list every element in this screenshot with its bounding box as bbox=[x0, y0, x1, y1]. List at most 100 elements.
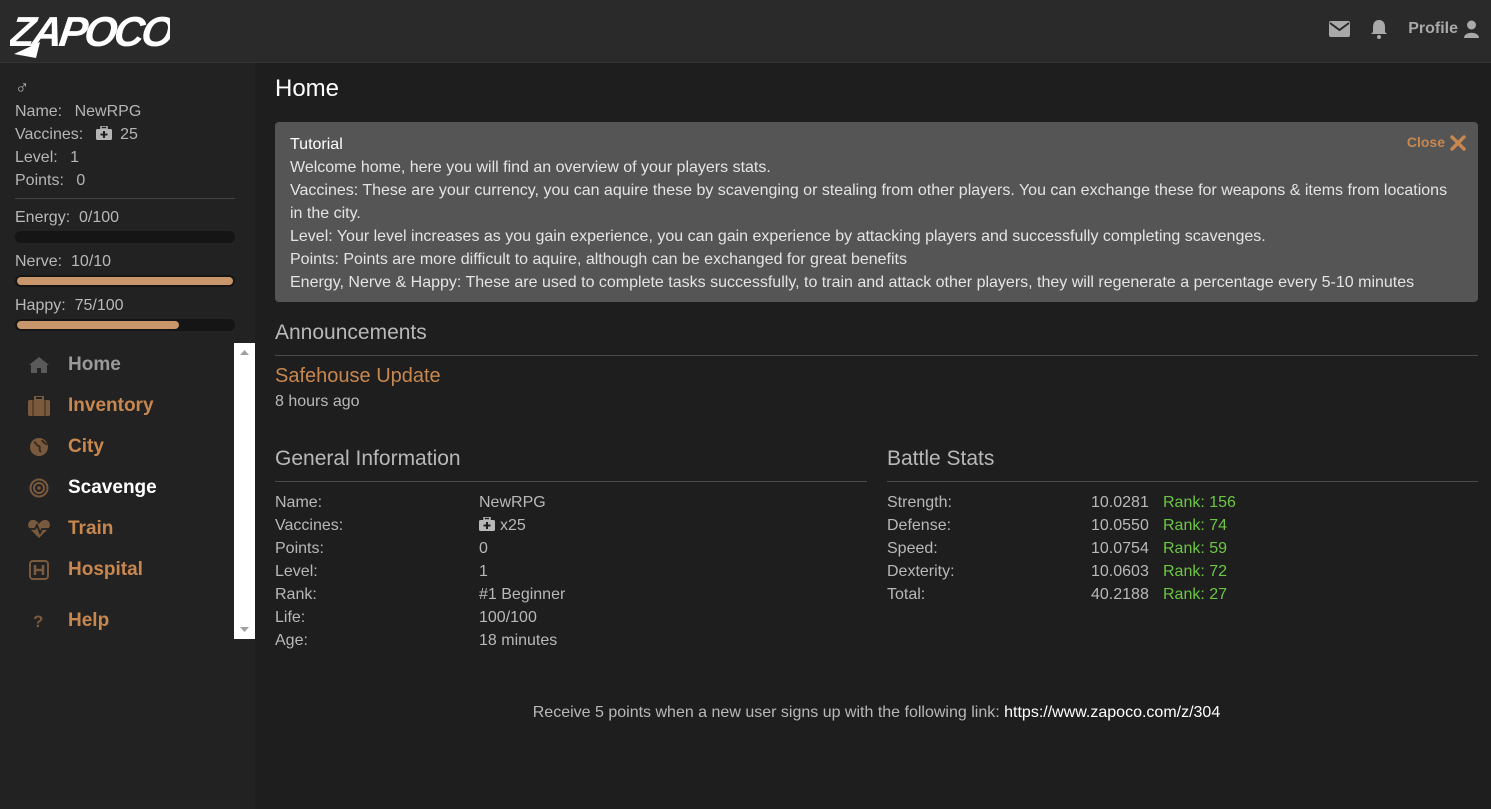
stat-row: Defense:10.0550Rank: 74 bbox=[887, 514, 1478, 537]
stat-key: Dexterity: bbox=[887, 560, 1091, 583]
info-row: Name:NewRPG bbox=[275, 491, 867, 514]
info-value: x25 bbox=[500, 517, 526, 534]
info-value: #1 Beginner bbox=[479, 583, 565, 606]
sidebar: ♂ Name: NewRPG Vaccines: 25 Level: 1 Poi… bbox=[0, 63, 255, 809]
sidebar-item-home[interactable]: Home bbox=[26, 352, 121, 378]
stat-key: Total: bbox=[887, 583, 1091, 606]
user-icon bbox=[1464, 20, 1479, 38]
stat-label: Name: bbox=[15, 103, 62, 120]
stat-rank: Rank: 156 bbox=[1163, 491, 1236, 514]
tutorial-line: Welcome home, here you will find an over… bbox=[290, 156, 1463, 179]
sidebar-item-scavenge[interactable]: Scavenge bbox=[26, 475, 157, 501]
nerve-label: Nerve: 10/10 bbox=[0, 251, 255, 273]
info-value-wrap: x25 bbox=[479, 514, 526, 537]
stat-name: Name: NewRPG bbox=[15, 100, 240, 123]
tutorial-box: Tutorial Welcome home, here you will fin… bbox=[275, 122, 1478, 302]
suitcase-icon bbox=[26, 395, 52, 417]
stat-vaccines: Vaccines: 25 bbox=[15, 123, 240, 146]
player-summary: ♂ Name: NewRPG Vaccines: 25 Level: 1 Poi… bbox=[0, 63, 255, 192]
info-row: Level:1 bbox=[275, 560, 867, 583]
stat-points: Points: 0 bbox=[15, 169, 240, 192]
bell-icon[interactable] bbox=[1368, 18, 1390, 40]
target-icon bbox=[26, 477, 52, 499]
nerve-bar-fill bbox=[17, 277, 233, 285]
battle-stats-panel: Battle Stats Strength:10.0281Rank: 156 D… bbox=[887, 447, 1478, 606]
stat-rank: Rank: 72 bbox=[1163, 560, 1227, 583]
stat-level: Level: 1 bbox=[15, 146, 240, 169]
scroll-up-icon[interactable] bbox=[234, 345, 255, 361]
sidebar-item-train[interactable]: Train bbox=[26, 516, 113, 542]
bar-label-text: Energy: bbox=[15, 209, 70, 226]
panel-title: General Information bbox=[275, 447, 867, 477]
stat-key: Speed: bbox=[887, 537, 1091, 560]
page-title: Home bbox=[275, 75, 1478, 105]
sidebar-item-hospital[interactable]: Hospital bbox=[26, 557, 143, 583]
stat-label: Points: bbox=[15, 172, 64, 189]
tutorial-close-button[interactable]: Close bbox=[1407, 131, 1466, 154]
tutorial-line: Vaccines: These are your currency, you c… bbox=[290, 179, 1463, 225]
referral-link[interactable]: https://www.zapoco.com/z/304 bbox=[1004, 704, 1220, 721]
stat-value: NewRPG bbox=[75, 103, 142, 120]
info-key: Age: bbox=[275, 629, 479, 652]
announcement-link[interactable]: Safehouse Update bbox=[275, 365, 441, 388]
info-row: Life:100/100 bbox=[275, 606, 867, 629]
sidebar-item-label: Scavenge bbox=[68, 477, 157, 499]
sidebar-item-inventory[interactable]: Inventory bbox=[26, 393, 154, 419]
stat-value: 10.0603 bbox=[1091, 560, 1163, 583]
header-actions: Profile bbox=[1328, 18, 1479, 40]
bar-value-text: 75/100 bbox=[75, 297, 124, 314]
energy-label: Energy: 0/100 bbox=[0, 207, 255, 229]
home-icon bbox=[26, 354, 52, 376]
stat-row: Strength:10.0281Rank: 156 bbox=[887, 491, 1478, 514]
info-row: Rank:#1 Beginner bbox=[275, 583, 867, 606]
info-key: Rank: bbox=[275, 583, 479, 606]
stat-row: Dexterity:10.0603Rank: 72 bbox=[887, 560, 1478, 583]
tutorial-line: Level: Your level increases as you gain … bbox=[290, 225, 1463, 248]
info-key: Level: bbox=[275, 560, 479, 583]
top-bar: ZAPOCO Profile bbox=[0, 0, 1491, 63]
bar-label-text: Happy: bbox=[15, 297, 66, 314]
hospital-icon bbox=[26, 559, 52, 581]
sidebar-item-help[interactable]: ? Help bbox=[26, 608, 109, 634]
bar-label-text: Nerve: bbox=[15, 253, 62, 270]
close-icon bbox=[1450, 135, 1466, 151]
sidebar-item-label: Help bbox=[68, 610, 109, 632]
heartbeat-icon bbox=[26, 518, 52, 540]
info-value: 0 bbox=[479, 537, 488, 560]
happy-bar-fill bbox=[17, 321, 179, 329]
info-row: Vaccines:x25 bbox=[275, 514, 867, 537]
info-key: Life: bbox=[275, 606, 479, 629]
sidebar-scrollbar[interactable] bbox=[234, 343, 255, 639]
sidebar-item-label: Train bbox=[68, 518, 113, 540]
sidebar-item-label: Home bbox=[68, 354, 121, 376]
sidebar-nav: Home Inventory City Scavenge Train bbox=[0, 343, 255, 639]
stat-value: 0 bbox=[76, 172, 85, 189]
sidebar-item-city[interactable]: City bbox=[26, 434, 104, 460]
question-icon: ? bbox=[26, 610, 52, 632]
info-value: NewRPG bbox=[479, 491, 546, 514]
sidebar-item-label: City bbox=[68, 436, 104, 458]
nerve-bar bbox=[15, 275, 235, 287]
panel-divider bbox=[275, 481, 867, 482]
stat-label: Vaccines: bbox=[15, 126, 83, 143]
happy-bar bbox=[15, 319, 235, 331]
stat-value: 10.0281 bbox=[1091, 491, 1163, 514]
happy-label: Happy: 75/100 bbox=[0, 295, 255, 317]
scroll-down-icon[interactable] bbox=[234, 621, 255, 637]
zapoco-logo[interactable]: ZAPOCO bbox=[10, 2, 170, 62]
info-row: Age:18 minutes bbox=[275, 629, 867, 652]
tutorial-title: Tutorial bbox=[290, 133, 1463, 156]
stat-row: Speed:10.0754Rank: 59 bbox=[887, 537, 1478, 560]
stat-value: 1 bbox=[70, 149, 79, 166]
announcements-title: Announcements bbox=[275, 321, 427, 345]
envelope-icon[interactable] bbox=[1328, 18, 1350, 40]
stat-rank: Rank: 27 bbox=[1163, 583, 1227, 606]
stat-value: 25 bbox=[120, 126, 138, 143]
stat-key: Strength: bbox=[887, 491, 1091, 514]
sidebar-divider bbox=[15, 198, 235, 199]
info-value: 100/100 bbox=[479, 606, 537, 629]
stat-row: Total:40.2188Rank: 27 bbox=[887, 583, 1478, 606]
info-key: Points: bbox=[275, 537, 479, 560]
profile-link[interactable]: Profile bbox=[1408, 20, 1479, 38]
globe-icon bbox=[26, 436, 52, 458]
